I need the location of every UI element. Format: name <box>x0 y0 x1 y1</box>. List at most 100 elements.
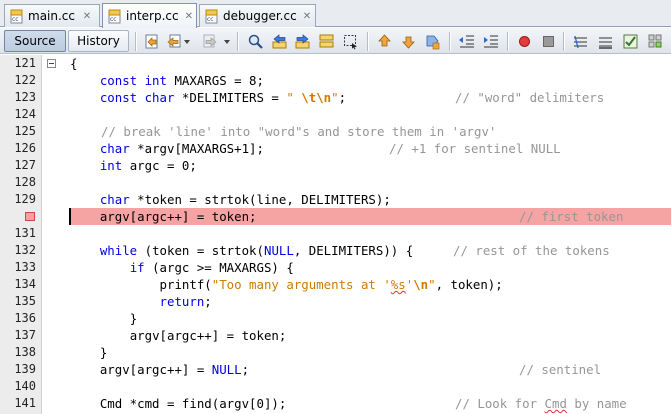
code-token: (token = strtok( <box>137 243 264 258</box>
code-text: const char *DELIMITERS = " \t\n"; <box>70 89 346 106</box>
record-macro-icon[interactable] <box>516 33 533 50</box>
keyword-token: char <box>99 141 130 156</box>
source-view-button[interactable]: Source <box>4 30 66 52</box>
toolbar-separator <box>449 32 450 51</box>
line-number: 126 <box>14 141 36 155</box>
code-text: printf("Too many arguments at '%s'\n", t… <box>70 276 503 293</box>
back-icon[interactable] <box>166 33 183 50</box>
tab-debugger-cc[interactable]: cc debugger.cc ✕ <box>199 4 316 27</box>
history-view-button[interactable]: History <box>68 30 129 52</box>
code-text: argv[argc++] = token; <box>70 208 257 225</box>
code-text: return; <box>70 293 212 310</box>
toolbar-separator <box>135 32 136 51</box>
stop-macro-icon[interactable] <box>540 33 557 50</box>
comment-icon[interactable] <box>572 33 589 50</box>
code-token: ; <box>204 294 212 309</box>
shift-line-left-icon[interactable] <box>458 33 475 50</box>
line-number: 123 <box>14 90 36 104</box>
code-line: 133 if (argc >= MAXARGS) { <box>0 259 671 276</box>
code-token: Cmd *cmd = find(argv[0]); <box>99 396 287 411</box>
comment-token: // "word" delimiters <box>455 90 605 105</box>
line-number: 141 <box>14 396 36 410</box>
chevron-down-icon[interactable] <box>184 40 190 44</box>
line-number: 135 <box>14 294 36 308</box>
code-line: 122 const int MAXARGS = 8; <box>0 72 671 89</box>
string-token: "Too many arguments at ' <box>211 277 391 292</box>
code-token: argv[argc++] = <box>99 362 212 377</box>
line-number: 125 <box>14 124 36 138</box>
comment-token: // +1 for sentinel NULL <box>389 141 561 156</box>
line-number: 138 <box>14 345 36 359</box>
line-number: 136 <box>14 311 36 325</box>
toolbar-separator <box>563 32 564 51</box>
comment-token: // first token <box>519 209 624 224</box>
code-token: argv[argc++] = token; <box>99 209 257 224</box>
code-token: } <box>99 345 108 360</box>
code-text: } <box>70 344 107 361</box>
keyword-token: while <box>99 243 138 258</box>
code-text: int argc = 0; <box>70 157 197 174</box>
code-line: 128 <box>0 174 671 191</box>
code-token: ; <box>241 362 250 377</box>
code-line: 126 char *argv[MAXARGS+1]; // +1 for sen… <box>0 140 671 157</box>
code-line: 129 char *token = strtok(line, DELIMITER… <box>0 191 671 208</box>
null-token: NULL <box>263 243 294 258</box>
line-number: 132 <box>14 243 36 257</box>
code-editor[interactable]: 121 { 122 const int MAXARGS = 8; 123 con… <box>0 55 671 414</box>
code-text: Cmd *cmd = find(argv[0]); <box>70 395 287 412</box>
next-bookmark-icon[interactable] <box>400 33 417 50</box>
line-number: 127 <box>14 158 36 172</box>
toggle-highlight-search-icon[interactable] <box>318 33 335 50</box>
previous-bookmark-icon[interactable] <box>376 33 393 50</box>
svg-text:cc: cc <box>207 16 214 23</box>
code-text: while (token = strtok(NULL, DELIMITERS))… <box>70 242 413 259</box>
code-line: 134 printf("Too many arguments at '%s'\n… <box>0 276 671 293</box>
line-number: 134 <box>14 277 36 291</box>
breakpoint-line: argv[argc++] = token; // first token <box>0 208 671 225</box>
code-token: argc = 0; <box>122 158 197 173</box>
code-token: *DELIMITERS = <box>174 90 287 105</box>
null-token: NULL <box>211 362 242 377</box>
uncomment-icon[interactable] <box>597 33 614 50</box>
toolbar-overflow-icon[interactable] <box>647 33 664 50</box>
code-line: 132 while (token = strtok(NULL, DELIMITE… <box>0 242 671 259</box>
tab-label: main.cc <box>28 9 75 23</box>
code-line: 121 { <box>0 55 671 72</box>
last-edit-icon[interactable] <box>143 33 160 50</box>
toggle-bookmark-icon[interactable] <box>424 33 441 50</box>
code-token: printf( <box>159 277 212 292</box>
code-token: ; <box>338 90 347 105</box>
code-text: { <box>70 55 77 72</box>
code-line: 127 int argc = 0; <box>0 157 671 174</box>
rectangular-selection-icon[interactable] <box>342 33 359 50</box>
close-icon[interactable]: ✕ <box>185 10 193 22</box>
close-icon[interactable]: ✕ <box>81 10 93 22</box>
breakpoint-icon[interactable] <box>25 212 35 221</box>
code-text: char *token = strtok(line, DELIMITERS); <box>70 191 391 208</box>
find-selection-icon[interactable] <box>247 33 264 50</box>
tab-main-cc[interactable]: cc main.cc ✕ <box>4 4 100 27</box>
editor-tab-bar: cc main.cc ✕ cc interp.cc ✕ cc debugger.… <box>0 0 671 28</box>
chevron-down-icon[interactable] <box>224 40 230 44</box>
diff-icon[interactable] <box>622 33 639 50</box>
code-text: argv[argc++] = token; <box>70 327 287 344</box>
code-text: if (argc >= MAXARGS) { <box>70 259 294 276</box>
find-next-icon[interactable] <box>294 33 311 50</box>
keyword-token: int <box>99 158 123 173</box>
comment-token: // rest of the tokens <box>453 243 610 258</box>
comment-token: // Look for <box>455 396 545 411</box>
code-token: } <box>129 311 138 326</box>
svg-text:cc: cc <box>110 16 117 23</box>
string-token: " <box>428 277 436 292</box>
find-previous-icon[interactable] <box>271 33 288 50</box>
keyword-token: const int <box>99 73 167 88</box>
toolbar-separator <box>237 32 238 51</box>
forward-icon[interactable] <box>201 33 218 50</box>
tab-label: interp.cc <box>126 9 179 23</box>
shift-line-right-icon[interactable] <box>482 33 499 50</box>
cpp-file-icon: cc <box>205 9 219 24</box>
code-line: 125 // break 'line' into "word"s and sto… <box>0 123 671 140</box>
tab-interp-cc[interactable]: cc interp.cc ✕ <box>102 3 197 28</box>
close-icon[interactable]: ✕ <box>303 10 311 22</box>
string-token: " <box>331 90 339 105</box>
